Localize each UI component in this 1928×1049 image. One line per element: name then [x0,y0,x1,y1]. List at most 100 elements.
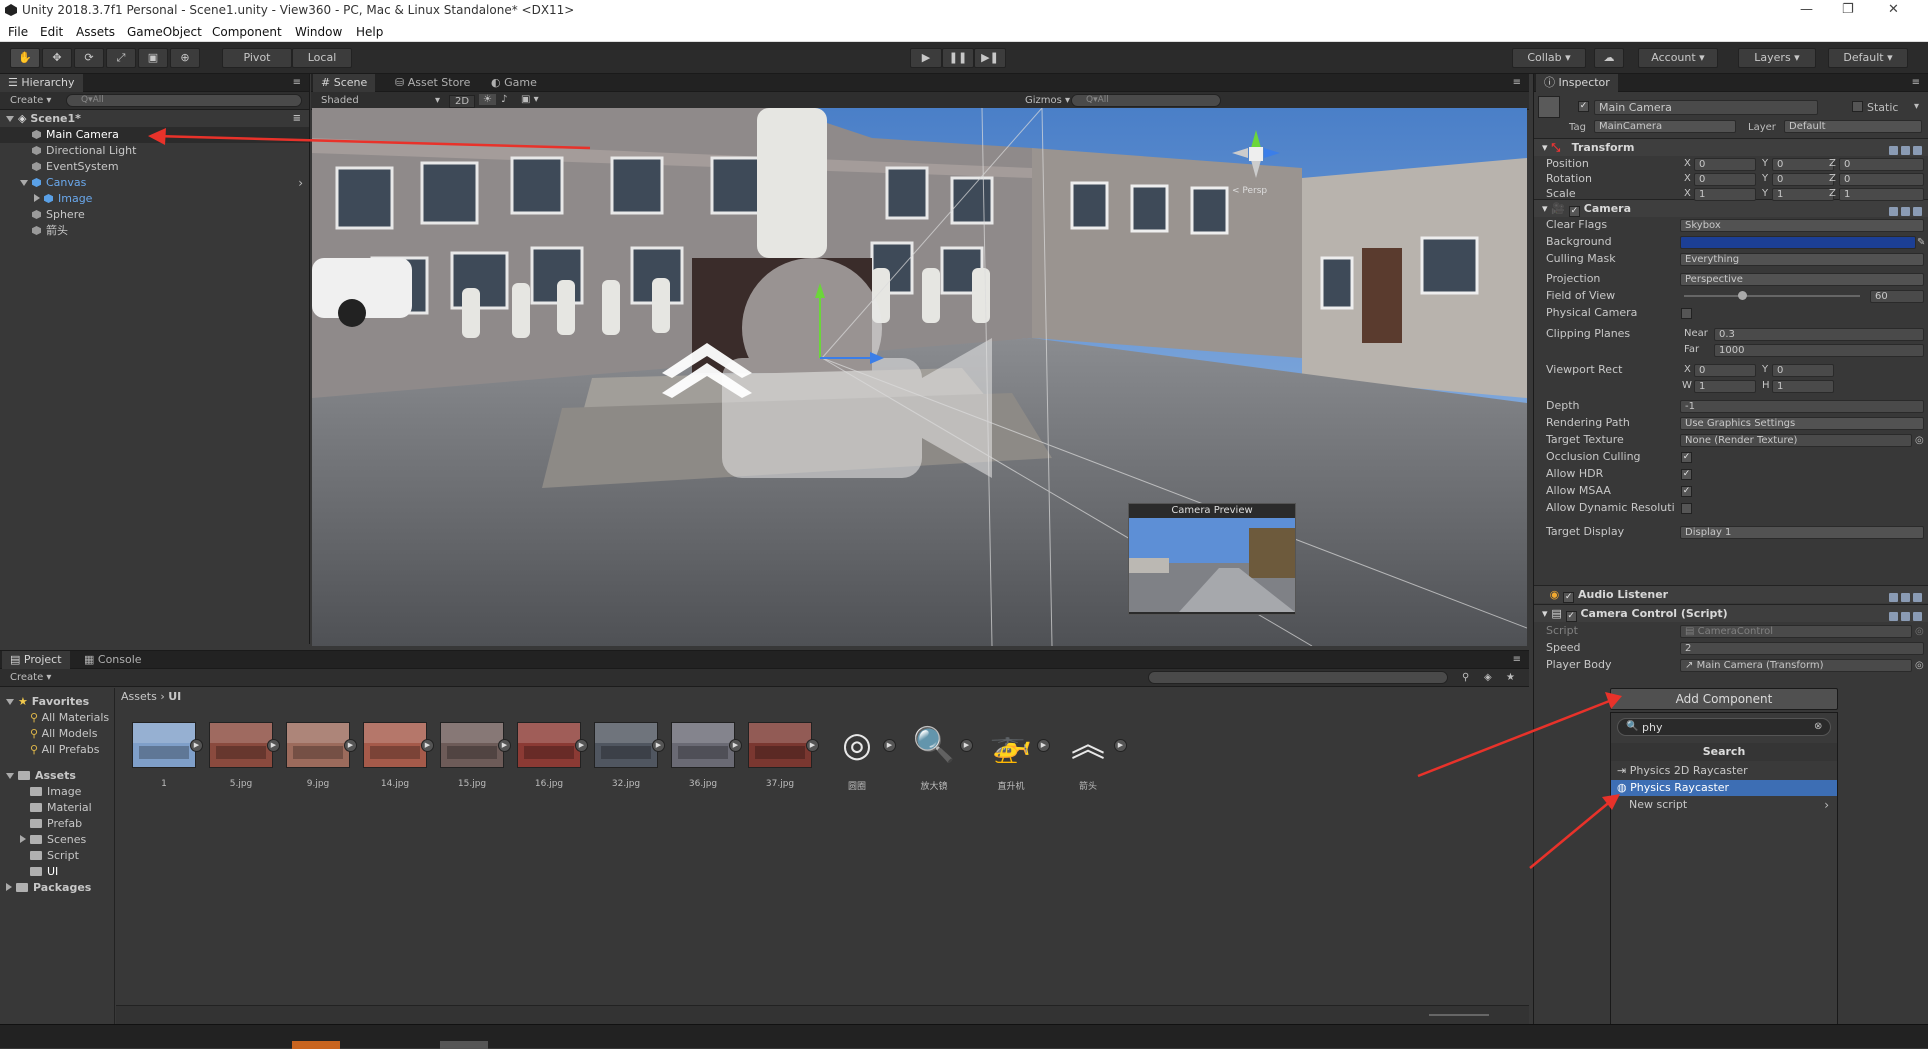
cloud-button[interactable]: ☁ [1594,48,1624,68]
asset-thumbnail[interactable] [594,722,658,768]
component-header-icons[interactable] [1886,204,1922,216]
static-checkbox[interactable] [1852,101,1863,112]
tab-console[interactable]: ▦ Console [76,651,150,669]
menu-gameobject[interactable]: GameObject [127,25,202,39]
position-x-input[interactable]: 0 [1694,158,1756,171]
hierarchy-item-image[interactable]: Image [0,191,309,207]
expand-icon[interactable] [6,116,14,122]
expand-asset-icon[interactable]: ▶ [498,739,511,752]
rotation-x-input[interactable]: 0 [1694,173,1756,186]
expand-asset-icon[interactable]: ▶ [421,739,434,752]
folder-material[interactable]: Material [0,800,114,816]
tab-asset-store[interactable]: ⛁ Asset Store [387,74,478,92]
speed-input[interactable]: 2 [1680,642,1924,655]
hierarchy-item-sphere[interactable]: Sphere [0,207,309,223]
expand-asset-icon[interactable]: ▶ [960,739,973,752]
asset-thumbnail[interactable]: ︽ [1056,722,1120,768]
folder-script[interactable]: Script [0,848,114,864]
collapse-icon[interactable] [20,835,26,843]
step-button[interactable]: ▶❚ [974,48,1006,68]
panel-menu-icon[interactable]: ≡ [293,77,301,88]
static-dropdown-icon[interactable]: ▾ [1914,101,1919,112]
result-new-script[interactable]: New script › [1611,797,1837,813]
audio-listener-checkbox[interactable]: ✓ [1563,592,1575,603]
gear-icon[interactable] [1913,612,1922,621]
close-button[interactable]: ✕ [1888,2,1899,17]
camera-control-checkbox[interactable]: ✓ [1565,611,1577,622]
tab-hierarchy[interactable]: ☰ Hierarchy [0,74,83,92]
position-z-input[interactable]: 0 [1839,158,1924,171]
asset-thumbnail[interactable] [132,722,196,768]
gear-icon[interactable] [1913,146,1922,155]
fov-slider-handle[interactable] [1738,291,1747,300]
gizmos-dropdown[interactable]: Gizmos ▾ [1025,95,1070,106]
component-search-box[interactable]: 🔍 phy ⊗ [1617,718,1831,736]
layers-button[interactable]: Layers ▾ [1738,48,1816,68]
expand-asset-icon[interactable]: ▶ [883,739,896,752]
rotation-z-input[interactable]: 0 [1839,173,1924,186]
asset-thumbnail[interactable]: ◎ [825,722,889,768]
component-header-icons[interactable] [1886,143,1922,155]
chevron-right-icon[interactable]: › [298,175,303,191]
hierarchy-item-canvas[interactable]: Canvas › [0,175,309,191]
tab-game[interactable]: ◐ Game [483,74,545,92]
occlusion-culling-checkbox[interactable]: ✓ [1681,452,1692,463]
hierarchy-search-input[interactable]: Q▾All [66,94,302,107]
asset-thumbnail[interactable] [286,722,350,768]
player-body-field[interactable]: ↗ Main Camera (Transform) [1680,659,1912,672]
hand-tool-button[interactable]: ✋ [10,48,40,68]
result-physics-2d-raycaster[interactable]: ⇥ Physics 2D Raycaster [1611,763,1837,779]
target-texture-field[interactable]: None (Render Texture) [1680,434,1912,447]
expand-asset-icon[interactable]: ▶ [344,739,357,752]
target-display-dropdown[interactable]: Display 1 [1680,526,1924,539]
favorite-all-prefabs[interactable]: ⚲ All Prefabs [0,742,114,758]
persp-label[interactable]: < Persp [1232,186,1267,196]
audio-listener-header[interactable]: ◉ ✓ Audio Listener [1534,585,1928,603]
fov-slider-track[interactable] [1684,295,1860,297]
fov-input[interactable]: 60 [1870,290,1924,303]
tab-inspector[interactable]: ⓘ Inspector [1536,74,1618,92]
rendering-path-dropdown[interactable]: Use Graphics Settings [1680,417,1924,430]
hierarchy-item-directional-light[interactable]: Directional Light [0,143,309,159]
move-tool-button[interactable]: ✥ [42,48,72,68]
expand-icon[interactable] [20,180,28,186]
far-input[interactable]: 1000 [1714,344,1924,357]
asset-thumbnail[interactable]: 🔍 [902,722,966,768]
expand-asset-icon[interactable]: ▶ [652,739,665,752]
filter-label-icon[interactable]: ◈ [1484,672,1492,683]
folder-ui[interactable]: UI [0,864,114,880]
preset-icon[interactable] [1901,207,1910,216]
lighting-toggle-icon[interactable]: ☀ [479,94,496,105]
expand-asset-icon[interactable]: ▶ [806,739,819,752]
panel-menu-icon[interactable]: ≡ [1513,654,1521,665]
component-search-input[interactable]: phy [1642,721,1662,734]
expand-asset-icon[interactable]: ▶ [267,739,280,752]
shading-dropdown[interactable]: Shaded [321,95,359,106]
help-icon[interactable] [1889,593,1898,602]
expand-asset-icon[interactable]: ▶ [729,739,742,752]
menu-component[interactable]: Component [212,25,282,39]
pause-button[interactable]: ❚❚ [942,48,974,68]
help-icon[interactable] [1889,207,1898,216]
rotate-tool-button[interactable]: ⟳ [74,48,104,68]
play-button[interactable]: ▶ [910,48,942,68]
folder-prefab[interactable]: Prefab [0,816,114,832]
expand-icon[interactable] [6,773,14,779]
dropdown-caret-icon[interactable]: ▾ [435,95,440,106]
scene-menu-icon[interactable]: ≡ [293,111,301,127]
asset-thumbnail[interactable]: 🚁 [979,722,1043,768]
depth-input[interactable]: -1 [1680,400,1924,413]
create-button[interactable]: Create ▾ [10,672,51,683]
hierarchy-item-main-camera[interactable]: Main Camera [0,127,309,143]
gear-icon[interactable] [1913,593,1922,602]
add-component-button[interactable]: Add Component [1610,688,1838,710]
breadcrumb-ui[interactable]: UI [168,690,181,703]
packages-header[interactable]: Packages [0,880,114,896]
menu-assets[interactable]: Assets [76,25,115,39]
menu-file[interactable]: File [8,25,28,39]
viewport-y-input[interactable]: 0 [1772,364,1834,377]
gear-icon[interactable] [1913,207,1922,216]
hierarchy-item-arrow[interactable]: 箭头 [0,223,309,239]
minimize-button[interactable]: — [1800,2,1813,17]
physical-camera-checkbox[interactable] [1681,308,1692,319]
